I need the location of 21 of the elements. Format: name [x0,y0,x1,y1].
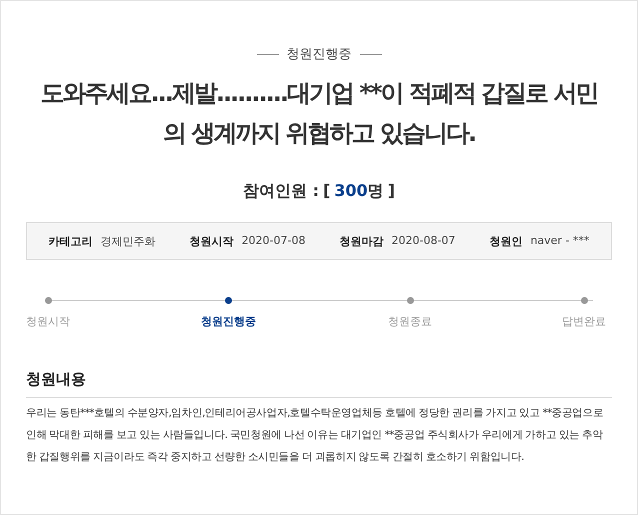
info-label: 청원인 [489,234,522,248]
info-label: 청원마감 [340,234,384,248]
step-label: 청원종료 [388,314,432,329]
step-label: 청원진행중 [201,314,256,329]
status-label: 청원진행중 [286,46,352,63]
petition-body: 우리는 동탄***호텔의 수분양자,임차인,인테리어공사업자,호텔수탁운영업체등 호텔에 정당한 권리를 가지고 있고 **중공업으로 인해 막대한 피해를 보고 있는 사람들입니다. 국민청원에 나선 이유는 대기업인 **중공업 주식회사가 우리에게 가하고 있는 추악한 갑질행위를 지금이라도 즉각 중지하고 선량한 소시민들을 더 괴롭히지 않도록 간절히 호소하기 위함입니다. [26,406,604,465]
count-unit: 명 [368,181,384,202]
info-value: 2020-07-08 [242,234,306,248]
step-label: 청원시작 [26,314,70,329]
bracket: [ [322,181,330,200]
info-value: 경제민주화 [100,234,156,248]
section-heading: 청원내용 [26,370,612,398]
participants-label: 참여인원 : [243,181,319,202]
info-label: 카테고리 [48,234,93,248]
petition-title: 도와주세요...제발..........대기업 **이 적폐적 갑질로 서민의 생계까지 위협하고 있습니다. [39,78,599,149]
info-value: naver - *** [530,234,590,248]
bracket: ] [388,181,395,200]
step-label: 답변완료 [562,314,606,329]
info-label: 청원시작 [190,234,234,248]
participant-count: 300 [334,181,368,200]
info-value: 2020-08-07 [392,234,456,248]
